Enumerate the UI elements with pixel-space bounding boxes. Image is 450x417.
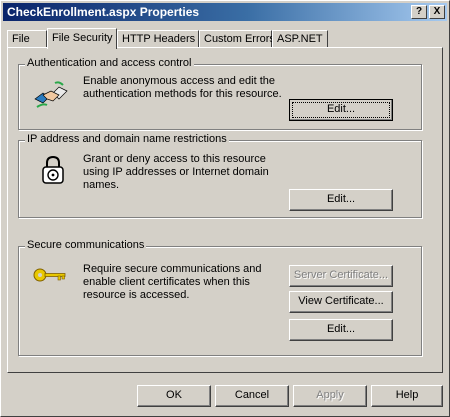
apply-button[interactable]: Apply	[293, 385, 367, 407]
secure-description: Require secure communications and enable…	[83, 263, 262, 301]
tab-aspnet[interactable]: ASP.NET	[272, 30, 328, 47]
view-certificate-button[interactable]: View Certificate...	[289, 291, 393, 313]
help-title-button[interactable]: ?	[411, 5, 427, 19]
server-certificate-button[interactable]: Server Certificate...	[289, 265, 393, 287]
auth-group-label: Authentication and access control	[25, 57, 194, 69]
window-title: CheckEnrollment.aspx Properties	[7, 5, 200, 19]
key-icon	[33, 268, 66, 282]
tab-panel: Authentication and access control Enable…	[7, 47, 443, 373]
tab-http-headers[interactable]: HTTP Headers	[117, 30, 199, 47]
ip-group-label: IP address and domain name restrictions	[25, 133, 229, 145]
title-bar[interactable]: CheckEnrollment.aspx Properties ? X	[3, 3, 447, 21]
auth-edit-button[interactable]: Edit...	[289, 99, 393, 121]
close-title-button[interactable]: X	[429, 5, 445, 19]
tab-custom-errors[interactable]: Custom Errors	[199, 30, 275, 47]
padlock-icon	[42, 155, 64, 184]
help-button[interactable]: Help	[371, 385, 443, 407]
ip-description: Grant or deny access to this resource us…	[83, 153, 269, 191]
tab-file-security[interactable]: File Security	[47, 28, 117, 49]
ip-edit-button[interactable]: Edit...	[289, 189, 393, 211]
properties-dialog: CheckEnrollment.aspx Properties ? X File…	[0, 0, 450, 417]
cancel-button[interactable]: Cancel	[215, 385, 289, 407]
ip-group: IP address and domain name restrictions …	[18, 133, 422, 218]
secure-group-label: Secure communications	[25, 239, 147, 251]
auth-description: Enable anonymous access and edit the aut…	[83, 75, 282, 100]
secure-group: Secure communications Require secure com…	[18, 239, 422, 356]
auth-group: Authentication and access control Enable…	[18, 57, 422, 130]
handshake-icon	[34, 81, 68, 108]
secure-edit-button[interactable]: Edit...	[289, 319, 393, 341]
ok-button[interactable]: OK	[137, 385, 211, 407]
tab-file[interactable]: File	[7, 30, 47, 47]
